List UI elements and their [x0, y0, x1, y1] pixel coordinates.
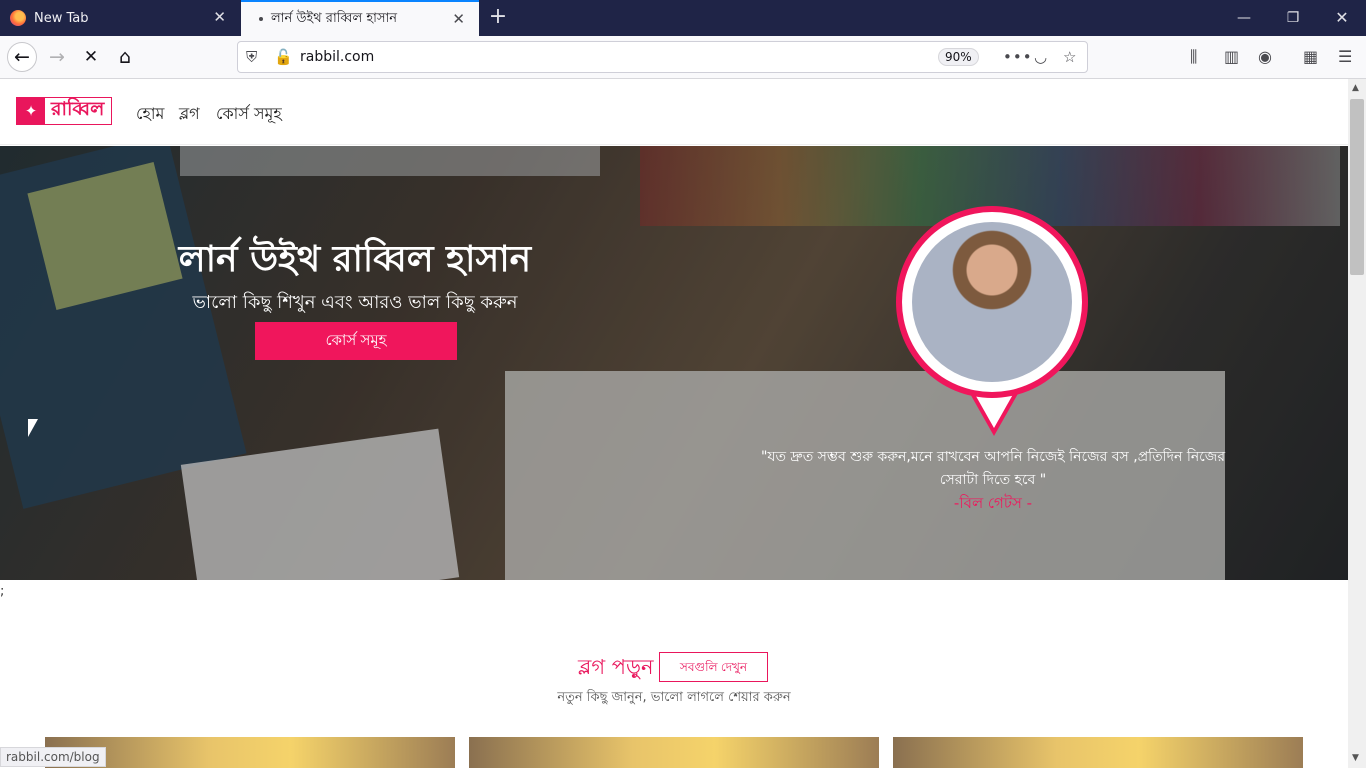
- extensions-icon[interactable]: ▦: [1303, 47, 1318, 66]
- logo-text: রাব্বিল: [51, 98, 105, 120]
- lightbulb-icon: ✦: [17, 97, 45, 125]
- site-logo[interactable]: ✦ রাব্বিল: [16, 97, 112, 125]
- back-button[interactable]: ←: [7, 42, 37, 72]
- tab-rabbil[interactable]: লার্ন উইথ রাব্বিল হাসান ✕: [241, 0, 479, 36]
- close-icon[interactable]: ✕: [213, 9, 226, 25]
- zoom-level-badge[interactable]: 90%: [938, 48, 979, 66]
- page-scrollbar[interactable]: ▲ ▼: [1348, 79, 1366, 768]
- quote-author: -বিল গেটস -: [953, 494, 1033, 512]
- tab-strip: New Tab ✕ লার্ন উইথ রাব্বিল হাসান ✕ + — …: [0, 0, 1366, 36]
- navigation-toolbar: ← → ✕ ⌂ ⛨ 🔓 rabbil.com 90% ••• ◡ ☆ ⫼ ▥ ◉…: [0, 36, 1366, 79]
- site-header: ✦ রাব্বিল হোম ব্লগ কোর্স সমূহ: [0, 79, 1348, 145]
- account-icon[interactable]: ◉: [1258, 47, 1272, 66]
- forward-button[interactable]: →: [42, 42, 72, 72]
- blog-card[interactable]: [893, 737, 1303, 768]
- blog-heading: ব্লগ পড়ুন: [578, 655, 654, 679]
- tab-title: New Tab: [34, 10, 89, 26]
- bill-gates-portrait: [912, 222, 1072, 382]
- status-bar-url: rabbil.com/blog: [0, 747, 106, 767]
- shield-icon[interactable]: ⛨: [246, 48, 257, 66]
- close-window-icon[interactable]: ✕: [1330, 6, 1354, 30]
- minimize-icon[interactable]: —: [1232, 6, 1256, 30]
- scroll-up-icon[interactable]: ▲: [1352, 83, 1359, 93]
- tab-new-tab[interactable]: New Tab ✕: [0, 0, 240, 36]
- blog-subtitle: নতুন কিছু জানুন, ভালো লাগলে শেয়ার করুন: [557, 690, 791, 705]
- portrait-frame: [896, 206, 1088, 398]
- scroll-thumb[interactable]: [1350, 99, 1364, 275]
- blog-card[interactable]: [469, 737, 879, 768]
- restore-icon[interactable]: ❐: [1281, 6, 1305, 30]
- pocket-icon[interactable]: ◡: [1034, 48, 1047, 66]
- library-icon[interactable]: ⫼: [1190, 47, 1197, 67]
- loading-dot-icon: [259, 17, 263, 21]
- new-tab-button[interactable]: +: [486, 6, 510, 30]
- home-button[interactable]: ⌂: [110, 42, 140, 72]
- firefox-icon: [10, 10, 26, 26]
- see-all-button[interactable]: সবগুলি দেখুন: [659, 652, 768, 682]
- nav-link-blog[interactable]: ব্লগ: [179, 101, 200, 128]
- menu-icon[interactable]: ☰: [1338, 47, 1352, 66]
- nav-link-courses[interactable]: কোর্স সমূহ: [216, 101, 282, 128]
- close-icon[interactable]: ✕: [452, 11, 465, 27]
- nav-link-home[interactable]: হোম: [136, 101, 164, 128]
- blog-card[interactable]: [45, 737, 455, 768]
- page-actions-icon[interactable]: •••: [1003, 48, 1033, 66]
- hero-subtitle: ভালো কিছু শিখুন এবং আরও ভাল কিছু করুন: [192, 292, 518, 313]
- stray-text: ;: [0, 584, 5, 599]
- url-text[interactable]: rabbil.com: [300, 49, 374, 65]
- bookmark-star-icon[interactable]: ☆: [1063, 48, 1076, 66]
- quote-text: "যত দ্রুত সম্ভব শুরু করুন,মনে রাখবেন আপন…: [760, 449, 1226, 488]
- scroll-down-icon[interactable]: ▼: [1352, 753, 1359, 763]
- hero-section: লার্ন উইথ রাব্বিল হাসান ভালো কিছু শিখুন …: [0, 146, 1348, 580]
- courses-button[interactable]: কোর্স সমূহ: [255, 322, 457, 360]
- stop-button[interactable]: ✕: [76, 42, 106, 72]
- hero-title: লার্ন উইথ রাব্বিল হাসান: [178, 239, 532, 280]
- insecure-lock-icon[interactable]: 🔓: [274, 48, 293, 66]
- tab-title: লার্ন উইথ রাব্বিল হাসান: [271, 10, 398, 26]
- address-bar[interactable]: ⛨ 🔓 rabbil.com 90% ••• ◡ ☆: [237, 41, 1088, 73]
- sidebar-icon[interactable]: ▥: [1224, 47, 1239, 66]
- web-page: ✦ রাব্বিল হোম ব্লগ কোর্স সমূহ লার্ন উইথ …: [0, 79, 1348, 768]
- mouse-cursor-icon: [28, 419, 38, 437]
